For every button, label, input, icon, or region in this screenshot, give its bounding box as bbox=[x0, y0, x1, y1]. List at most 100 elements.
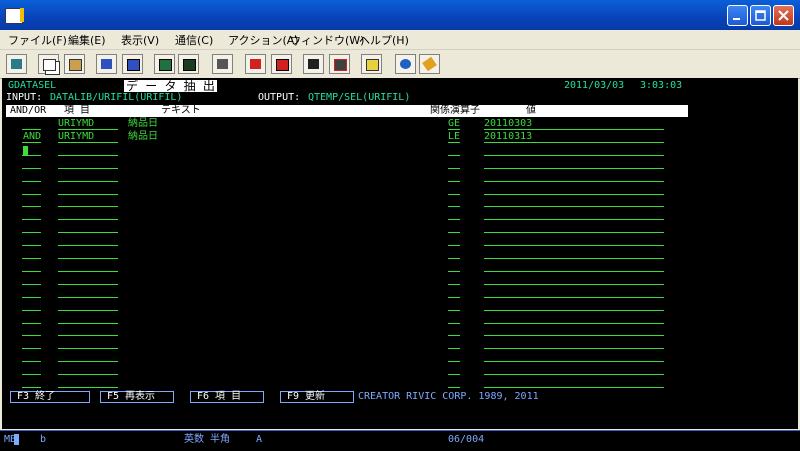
field-underline[interactable] bbox=[58, 361, 118, 362]
f9-update-button[interactable]: F9 更新 bbox=[280, 391, 354, 403]
field-underline[interactable] bbox=[448, 361, 460, 362]
f6-item-button[interactable]: F6 項 目 bbox=[190, 391, 264, 403]
field-underline[interactable] bbox=[448, 374, 460, 375]
menu-edit[interactable]: 編集(E) bbox=[68, 32, 106, 48]
field-underline[interactable] bbox=[22, 258, 41, 259]
tag-button[interactable] bbox=[419, 54, 440, 74]
field-underline[interactable] bbox=[22, 181, 41, 182]
field-underline[interactable] bbox=[484, 245, 664, 246]
field-underline[interactable] bbox=[484, 194, 664, 195]
field-underline[interactable] bbox=[22, 155, 41, 156]
field-underline[interactable] bbox=[22, 387, 41, 388]
field-underline[interactable] bbox=[22, 206, 41, 207]
field-underline[interactable] bbox=[448, 142, 460, 143]
field-underline[interactable] bbox=[484, 323, 664, 324]
field-underline[interactable] bbox=[22, 310, 41, 311]
field-underline[interactable] bbox=[22, 245, 41, 246]
paste-button[interactable] bbox=[64, 54, 85, 74]
field-underline[interactable] bbox=[58, 168, 118, 169]
field-underline[interactable] bbox=[22, 284, 41, 285]
field-underline[interactable] bbox=[484, 155, 664, 156]
copy-button[interactable] bbox=[38, 54, 59, 74]
field-underline[interactable] bbox=[484, 232, 664, 233]
field-underline[interactable] bbox=[448, 258, 460, 259]
field-underline[interactable] bbox=[58, 232, 118, 233]
field-underline[interactable] bbox=[58, 206, 118, 207]
macro-record-button[interactable] bbox=[271, 54, 292, 74]
field-underline[interactable] bbox=[484, 335, 664, 336]
field-underline[interactable] bbox=[58, 335, 118, 336]
field-underline[interactable] bbox=[484, 297, 664, 298]
macro-edit-button[interactable] bbox=[329, 54, 350, 74]
field-underline[interactable] bbox=[484, 168, 664, 169]
field-underline[interactable] bbox=[58, 387, 118, 388]
title-bar[interactable]: 5250 bbox=[0, 0, 800, 30]
field-underline[interactable] bbox=[448, 245, 460, 246]
field-underline[interactable] bbox=[58, 155, 118, 156]
field-underline[interactable] bbox=[448, 271, 460, 272]
field-underline[interactable] bbox=[58, 142, 118, 143]
macro-stop-button[interactable] bbox=[303, 54, 324, 74]
field-underline[interactable] bbox=[58, 310, 118, 311]
field-underline[interactable] bbox=[22, 232, 41, 233]
field-underline[interactable] bbox=[58, 194, 118, 195]
field-underline[interactable] bbox=[484, 129, 664, 130]
field-underline[interactable] bbox=[22, 335, 41, 336]
field-underline[interactable] bbox=[22, 168, 41, 169]
field-underline[interactable] bbox=[484, 181, 664, 182]
field-underline[interactable] bbox=[484, 387, 664, 388]
field-underline[interactable] bbox=[448, 348, 460, 349]
menu-help[interactable]: ヘルプ(H) bbox=[359, 32, 409, 48]
field-underline[interactable] bbox=[22, 323, 41, 324]
field-underline[interactable] bbox=[448, 168, 460, 169]
field-underline[interactable] bbox=[58, 284, 118, 285]
field-underline[interactable] bbox=[484, 142, 664, 143]
print-button[interactable] bbox=[6, 54, 27, 74]
field-underline[interactable] bbox=[58, 323, 118, 324]
menu-window[interactable]: ウィンドウ(W) bbox=[290, 32, 364, 48]
field-underline[interactable] bbox=[448, 310, 460, 311]
field-underline[interactable] bbox=[58, 374, 118, 375]
field-underline[interactable] bbox=[22, 194, 41, 195]
field-underline[interactable] bbox=[448, 219, 460, 220]
menu-action[interactable]: アクション(A) bbox=[228, 32, 299, 48]
field-underline[interactable] bbox=[448, 155, 460, 156]
field-underline[interactable] bbox=[58, 258, 118, 259]
f5-refresh-button[interactable]: F5 再表示 bbox=[100, 391, 174, 403]
field-underline[interactable] bbox=[58, 245, 118, 246]
field-underline[interactable] bbox=[58, 219, 118, 220]
field-underline[interactable] bbox=[448, 194, 460, 195]
terminal-screen[interactable]: GDATASEL デ ー タ 抽 出 2011/03/03 3:03:03 IN… bbox=[2, 78, 798, 429]
field-underline[interactable] bbox=[448, 323, 460, 324]
field-underline[interactable] bbox=[448, 206, 460, 207]
field-underline[interactable] bbox=[58, 181, 118, 182]
maximize-button[interactable] bbox=[750, 5, 771, 26]
field-underline[interactable] bbox=[448, 284, 460, 285]
send-button[interactable] bbox=[96, 54, 117, 74]
macro-play-button[interactable] bbox=[245, 54, 266, 74]
field-underline[interactable] bbox=[58, 297, 118, 298]
field-underline[interactable] bbox=[22, 374, 41, 375]
field-underline[interactable] bbox=[22, 219, 41, 220]
receive-button[interactable] bbox=[122, 54, 143, 74]
field-underline[interactable] bbox=[484, 361, 664, 362]
field-underline[interactable] bbox=[448, 232, 460, 233]
clipboard-button[interactable] bbox=[361, 54, 382, 74]
display-button[interactable] bbox=[178, 54, 199, 74]
globe-button[interactable] bbox=[395, 54, 416, 74]
app-icon[interactable]: 5250 bbox=[5, 8, 24, 24]
f3-exit-button[interactable]: F3 終了 bbox=[10, 391, 90, 403]
close-button[interactable] bbox=[773, 5, 794, 26]
field-underline[interactable] bbox=[484, 206, 664, 207]
field-underline[interactable] bbox=[484, 310, 664, 311]
field-underline[interactable] bbox=[22, 348, 41, 349]
field-underline[interactable] bbox=[484, 258, 664, 259]
field-underline[interactable] bbox=[448, 181, 460, 182]
field-underline[interactable] bbox=[22, 361, 41, 362]
field-underline[interactable] bbox=[58, 129, 118, 130]
field-underline[interactable] bbox=[484, 374, 664, 375]
minimize-button[interactable] bbox=[727, 5, 748, 26]
menu-view[interactable]: 表示(V) bbox=[121, 32, 159, 48]
field-underline[interactable] bbox=[58, 271, 118, 272]
field-underline[interactable] bbox=[448, 387, 460, 388]
